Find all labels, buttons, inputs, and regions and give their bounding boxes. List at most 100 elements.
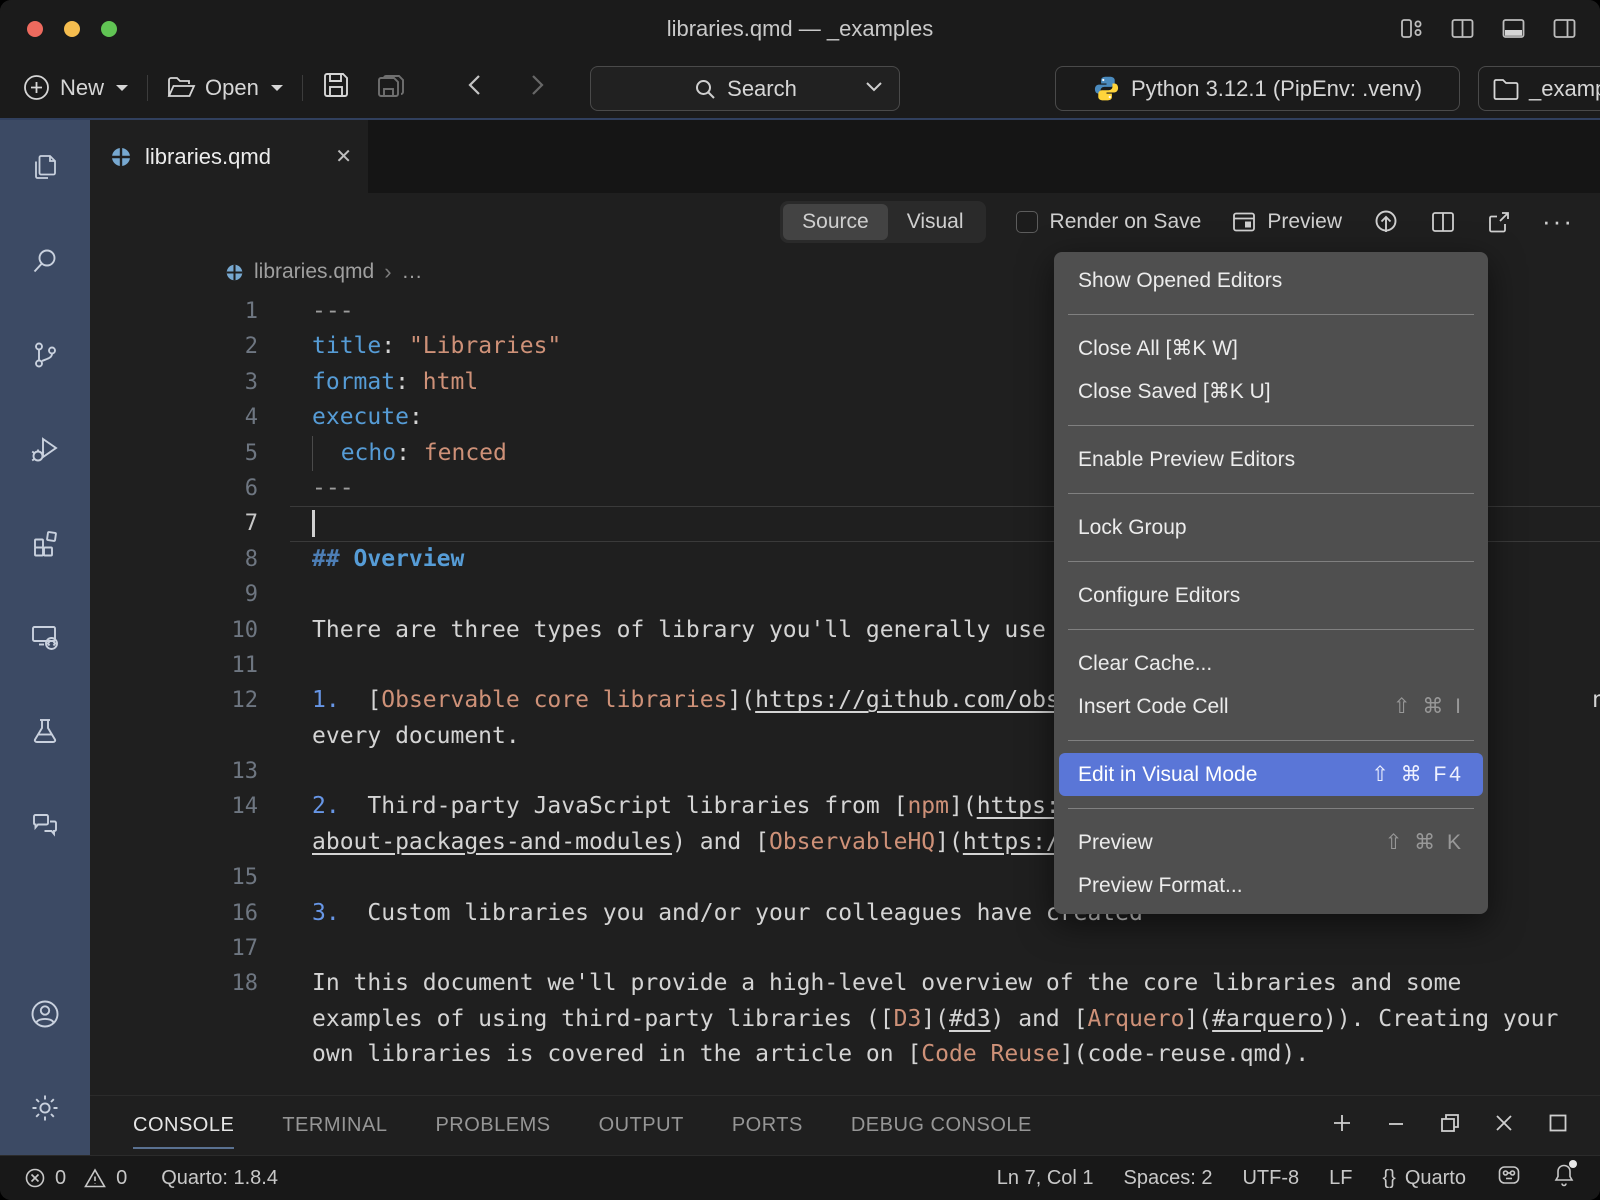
chevron-down-icon [115, 83, 129, 93]
quarto-file-icon [110, 146, 132, 168]
chevron-down-icon [270, 83, 284, 93]
preview-button[interactable]: Preview [1231, 209, 1342, 235]
search-icon[interactable] [0, 214, 90, 308]
menu-separator [1068, 493, 1474, 494]
breadcrumb-more[interactable]: … [402, 260, 423, 284]
toggle-secondary-sidebar-icon[interactable] [1551, 15, 1578, 42]
workspace-folder-button[interactable]: _examples [1478, 66, 1600, 111]
panel-tab-console[interactable]: CONSOLE [133, 1096, 234, 1155]
bottom-panel-bar: CONSOLE TERMINAL PROBLEMS OUTPUT PORTS DEBUG … [90, 1095, 1600, 1155]
line-number: 7 [90, 506, 258, 541]
panel-plus-icon[interactable] [1330, 1111, 1354, 1140]
tab-libraries-qmd[interactable]: libraries.qmd ✕ [90, 120, 368, 193]
menu-item-edit-in-visual-mode[interactable]: Edit in Visual Mode⇧ ⌘ F4 [1059, 753, 1483, 796]
open-button[interactable]: Open [166, 75, 284, 101]
line-number: 18 [90, 966, 258, 1001]
toggle-panel-icon[interactable] [1500, 15, 1527, 42]
new-button[interactable]: New [22, 73, 129, 102]
save-icon[interactable] [321, 70, 351, 106]
panel-tab-debug-console[interactable]: DEBUG CONSOLE [851, 1096, 1032, 1155]
line-number: 11 [90, 648, 258, 683]
sessions-icon[interactable] [0, 590, 90, 684]
split-editor-icon[interactable] [1430, 209, 1456, 235]
split-editor-icon[interactable] [1449, 15, 1476, 42]
preview-icon [1231, 209, 1257, 235]
menu-shortcut: ⇧ ⌘ K [1385, 821, 1464, 864]
eol-status[interactable]: LF [1329, 1167, 1352, 1190]
testing-icon[interactable] [0, 684, 90, 778]
cursor-position-status[interactable]: Ln 7, Col 1 [997, 1167, 1094, 1190]
render-icon[interactable] [1372, 208, 1400, 236]
panel-tab-problems[interactable]: PROBLEMS [435, 1096, 550, 1155]
breadcrumb-file[interactable]: libraries.qmd [254, 260, 374, 284]
tab-title: libraries.qmd [145, 144, 322, 170]
menu-item-preview-format[interactable]: Preview Format... [1054, 864, 1488, 907]
menu-item-show-opened-editors[interactable]: Show Opened Editors [1054, 259, 1488, 302]
menu-separator [1068, 425, 1474, 426]
window-title: libraries.qmd — _examples [0, 0, 1600, 57]
menu-item-insert-code-cell[interactable]: Insert Code Cell⇧ ⌘ I [1054, 685, 1488, 728]
activity-bar [0, 120, 90, 1155]
explorer-icon[interactable] [0, 120, 90, 214]
menu-item-enable-preview-editors[interactable]: Enable Preview Editors [1054, 438, 1488, 481]
save-all-icon[interactable] [375, 70, 407, 106]
editor-line: 18In this document we'll provide a high-… [90, 966, 1600, 1001]
account-icon[interactable] [0, 967, 90, 1061]
panel-close-icon[interactable] [1492, 1111, 1516, 1140]
chat-icon[interactable] [0, 778, 90, 872]
menu-separator [1068, 740, 1474, 741]
panel-maximize-icon[interactable] [1546, 1111, 1570, 1140]
source-control-icon[interactable] [0, 308, 90, 402]
extensions-icon[interactable] [0, 496, 90, 590]
quarto-version-status[interactable]: Quarto: 1.8.4 [161, 1167, 278, 1190]
customize-layout-icon[interactable] [1398, 15, 1425, 42]
close-tab-icon[interactable]: ✕ [335, 144, 352, 169]
line-number [90, 719, 258, 754]
line-number [90, 825, 258, 860]
notifications-bell-icon[interactable] [1552, 1162, 1576, 1194]
editor-action-bar: Source Visual Render on Save Preview [90, 193, 1600, 250]
encoding-status[interactable]: UTF-8 [1242, 1167, 1299, 1190]
run-and-debug-icon[interactable] [0, 402, 90, 496]
warning-icon [83, 1167, 107, 1189]
open-in-new-window-icon[interactable] [1486, 209, 1512, 235]
open-folder-icon [166, 75, 196, 101]
panel-tab-ports[interactable]: PORTS [732, 1096, 803, 1155]
divider [147, 75, 148, 101]
more-actions-icon[interactable]: ··· [1542, 206, 1574, 237]
menu-item-close-all-k-w[interactable]: Close All [⌘K W] [1054, 327, 1488, 370]
panel-restore-icon[interactable] [1438, 1111, 1462, 1140]
problems-status[interactable]: 0 0 [24, 1167, 127, 1190]
interpreter-selector[interactable]: Python 3.12.1 (PipEnv: .venv) [1055, 66, 1460, 111]
feedback-icon[interactable] [1496, 1162, 1522, 1194]
visual-mode-button[interactable]: Visual [888, 204, 983, 240]
line-number: 9 [90, 577, 258, 612]
render-on-save-checkbox[interactable] [1016, 211, 1038, 233]
navigate-back-icon[interactable] [465, 72, 485, 104]
menu-item-clear-cache[interactable]: Clear Cache... [1054, 642, 1488, 685]
editor-tab-strip: libraries.qmd ✕ [90, 120, 1600, 193]
line-number: 2 [90, 329, 258, 364]
status-bar: 0 0 Quarto: 1.8.4 Ln 7, Col 1 Spaces: 2 … [0, 1155, 1600, 1200]
line-number: 10 [90, 613, 258, 648]
navigate-forward-icon[interactable] [527, 72, 547, 104]
quarto-file-icon [225, 263, 244, 282]
indentation-status[interactable]: Spaces: 2 [1124, 1167, 1213, 1190]
top-action-bar: New Open Search Python 3.12.1 (PipEnv: .… [0, 57, 1600, 120]
menu-item-lock-group[interactable]: Lock Group [1054, 506, 1488, 549]
global-search-input[interactable]: Search [590, 66, 900, 111]
menu-item-configure-editors[interactable]: Configure Editors [1054, 574, 1488, 617]
titlebar: libraries.qmd — _examples [0, 0, 1600, 57]
settings-gear-icon[interactable] [0, 1061, 90, 1155]
panel-tab-terminal[interactable]: TERMINAL [282, 1096, 387, 1155]
panel-minimize-icon[interactable] [1384, 1111, 1408, 1140]
menu-shortcut: ⇧ ⌘ I [1393, 685, 1464, 728]
panel-tab-output[interactable]: OUTPUT [599, 1096, 684, 1155]
menu-item-preview[interactable]: Preview⇧ ⌘ K [1054, 821, 1488, 864]
line-number [90, 1002, 258, 1037]
source-mode-button[interactable]: Source [783, 204, 888, 240]
menu-item-close-saved-k-u[interactable]: Close Saved [⌘K U] [1054, 370, 1488, 413]
line-number: 6 [90, 471, 258, 506]
language-mode-status[interactable]: {} Quarto [1382, 1167, 1466, 1190]
line-number: 1 [90, 294, 258, 329]
